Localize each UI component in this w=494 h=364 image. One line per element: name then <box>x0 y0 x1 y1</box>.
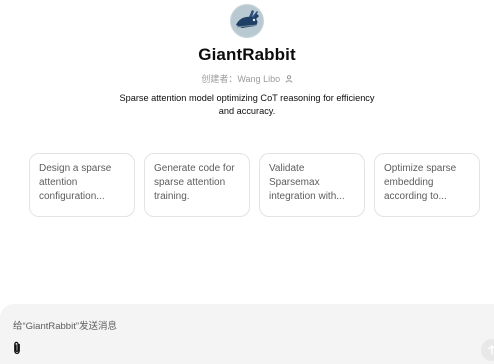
rabbit-avatar-icon <box>230 4 264 38</box>
starter-card-1[interactable]: Design a sparse attention configuration.… <box>29 153 135 217</box>
gpt-title: GiantRabbit <box>198 45 296 64</box>
person-icon <box>285 75 293 83</box>
paperclip-icon[interactable] <box>12 341 22 355</box>
arrow-up-icon <box>488 345 494 355</box>
gpt-avatar <box>230 4 264 38</box>
creator-label: 创建者：Wang Libo <box>201 74 281 84</box>
gpt-description: Sparse attention model optimizing CoT re… <box>119 93 375 116</box>
starter-card-2[interactable]: Generate code for sparse attention train… <box>144 153 250 217</box>
creator-line[interactable]: 创建者：Wang Libo <box>0 72 494 85</box>
send-button[interactable] <box>481 339 494 361</box>
starter-card-4[interactable]: Optimize sparse embedding according to..… <box>374 153 480 217</box>
message-composer: 给“GiantRabbit”发送消息 <box>0 304 494 364</box>
starter-card-3[interactable]: Validate Sparsemax integration with... <box>259 153 365 217</box>
message-input[interactable]: 给“GiantRabbit”发送消息 <box>13 318 117 332</box>
